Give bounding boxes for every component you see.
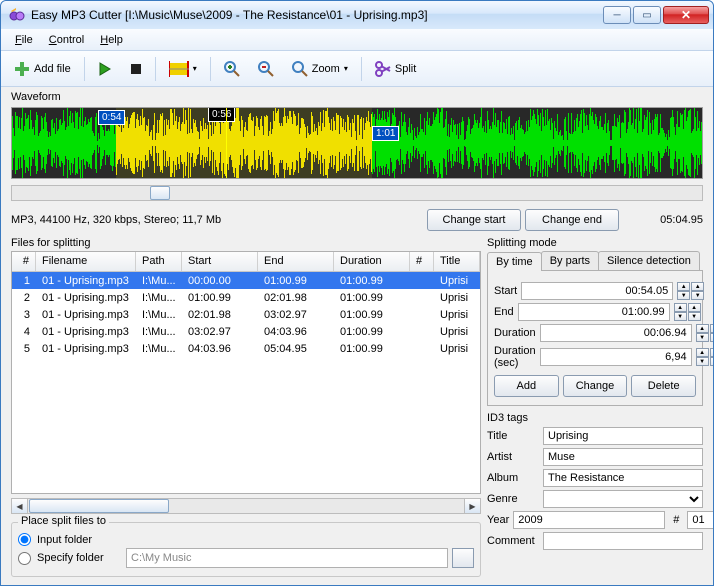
table-row[interactable]: 501 - Uprising.mp3I:\Mu...04:03.9605:04.… (12, 340, 480, 357)
col-start[interactable]: Start (182, 252, 258, 271)
zoom-out-button[interactable] (251, 55, 281, 83)
waveform-label: Waveform (11, 91, 703, 103)
dur-input[interactable] (540, 324, 692, 342)
zoom-in-icon (224, 61, 240, 77)
window-title: Easy MP3 Cutter [I:\Music\Muse\2009 - Th… (29, 8, 603, 22)
scroll-left-arrow[interactable]: ◀ (12, 499, 28, 513)
col-path[interactable]: Path (136, 252, 182, 271)
id3-genre-select[interactable] (543, 490, 703, 508)
add-file-button[interactable]: Add file (7, 55, 78, 83)
end-input[interactable] (518, 303, 670, 321)
radio-specify-folder[interactable] (18, 552, 31, 565)
toolbar: Add file ▾ Zoom▾ Split (1, 51, 713, 87)
stop-button[interactable] (123, 55, 149, 83)
titlebar: Easy MP3 Cutter [I:\Music\Muse\2009 - Th… (1, 1, 713, 29)
dur-up1[interactable]: ▲ (696, 324, 709, 333)
total-duration: 05:04.95 (623, 214, 703, 226)
start-up2[interactable]: ▲ (691, 282, 704, 291)
end-up1[interactable]: ▲ (674, 303, 687, 312)
change-start-button[interactable]: Change start (427, 209, 521, 231)
marker-playhead-tag: 0:56 (208, 107, 235, 122)
menu-file[interactable]: File (9, 32, 39, 48)
split-icon (375, 61, 391, 77)
files-table: # Filename Path Start End Duration # Tit… (11, 251, 481, 494)
zoom-button[interactable]: Zoom▾ (285, 55, 355, 83)
col-title[interactable]: Title (434, 252, 480, 271)
id3-label: ID3 tags (487, 412, 703, 424)
waveform-scrollbar[interactable] (11, 185, 703, 201)
menu-help[interactable]: Help (94, 32, 129, 48)
start-up1[interactable]: ▲ (677, 282, 690, 291)
add-icon (14, 61, 30, 77)
col-idx[interactable]: # (12, 252, 36, 271)
radio-input-folder[interactable] (18, 533, 31, 546)
selection-button[interactable]: ▾ (162, 55, 204, 83)
col-track[interactable]: # (410, 252, 434, 271)
tab-silence[interactable]: Silence detection (598, 251, 700, 270)
dursec-up1[interactable]: ▲ (696, 348, 709, 357)
zoom-out-icon (258, 61, 274, 77)
dur-dn1[interactable]: ▼ (696, 333, 709, 342)
close-button[interactable]: ✕ (663, 6, 709, 24)
waveform-display[interactable]: 0:54 0:56 1:01 (11, 107, 703, 179)
play-icon (98, 62, 112, 76)
id3-track-input[interactable] (687, 511, 713, 529)
col-end[interactable]: End (258, 252, 334, 271)
dur-up2[interactable]: ▲ (710, 324, 713, 333)
selection-icon (169, 61, 189, 77)
menu-control[interactable]: Control (43, 32, 90, 48)
end-dn2[interactable]: ▼ (688, 312, 701, 321)
tab-by-time[interactable]: By time (487, 252, 542, 271)
zoom-in-button[interactable] (217, 55, 247, 83)
app-icon (9, 7, 25, 23)
start-dn1[interactable]: ▼ (677, 291, 690, 300)
dursec-input[interactable] (540, 348, 692, 366)
stop-icon (130, 63, 142, 75)
change-end-button[interactable]: Change end (525, 209, 619, 231)
dursec-dn1[interactable]: ▼ (696, 357, 709, 366)
id3-artist-input[interactable] (543, 448, 703, 466)
id3-title-input[interactable] (543, 427, 703, 445)
zoom-icon (292, 61, 308, 77)
start-input[interactable] (521, 282, 673, 300)
browse-folder-button[interactable] (452, 548, 474, 568)
splitmode-label: Splitting mode (487, 237, 703, 249)
table-row[interactable]: 201 - Uprising.mp3I:\Mu...01:00.9902:01.… (12, 289, 480, 306)
id3-year-input[interactable] (513, 511, 665, 529)
id3-comment-input[interactable] (543, 532, 703, 550)
col-filename[interactable]: Filename (36, 252, 136, 271)
split-button[interactable]: Split (368, 55, 423, 83)
table-row[interactable]: 401 - Uprising.mp3I:\Mu...03:02.9704:03.… (12, 323, 480, 340)
start-dn2[interactable]: ▼ (691, 291, 704, 300)
dursec-up2[interactable]: ▲ (710, 348, 713, 357)
table-row[interactable]: 101 - Uprising.mp3I:\Mu...00:00.0001:00.… (12, 272, 480, 289)
table-scrollbar[interactable]: ◀ ▶ (11, 498, 481, 514)
scroll-right-arrow[interactable]: ▶ (464, 499, 480, 513)
add-segment-button[interactable]: Add (494, 375, 559, 397)
marker-end-tag[interactable]: 1:01 (372, 126, 399, 141)
file-info-text: MP3, 44100 Hz, 320 kbps, Stereo; 11,7 Mb (11, 214, 423, 226)
minimize-button[interactable]: ─ (603, 6, 631, 24)
folder-path-input[interactable] (126, 548, 448, 568)
play-button[interactable] (91, 55, 119, 83)
col-duration[interactable]: Duration (334, 252, 410, 271)
menubar: File Control Help (1, 29, 713, 51)
dur-dn2[interactable]: ▼ (710, 333, 713, 342)
dest-group: Place split files to Input folder Specif… (11, 522, 481, 577)
files-label: Files for splitting (11, 237, 481, 249)
maximize-button[interactable]: ▭ (633, 6, 661, 24)
id3-album-input[interactable] (543, 469, 703, 487)
end-up2[interactable]: ▲ (688, 303, 701, 312)
dursec-dn2[interactable]: ▼ (710, 357, 713, 366)
delete-segment-button[interactable]: Delete (631, 375, 696, 397)
marker-start-tag[interactable]: 0:54 (98, 110, 125, 125)
change-segment-button[interactable]: Change (563, 375, 628, 397)
tab-by-parts[interactable]: By parts (541, 251, 599, 270)
table-row[interactable]: 301 - Uprising.mp3I:\Mu...02:01.9803:02.… (12, 306, 480, 323)
end-dn1[interactable]: ▼ (674, 312, 687, 321)
